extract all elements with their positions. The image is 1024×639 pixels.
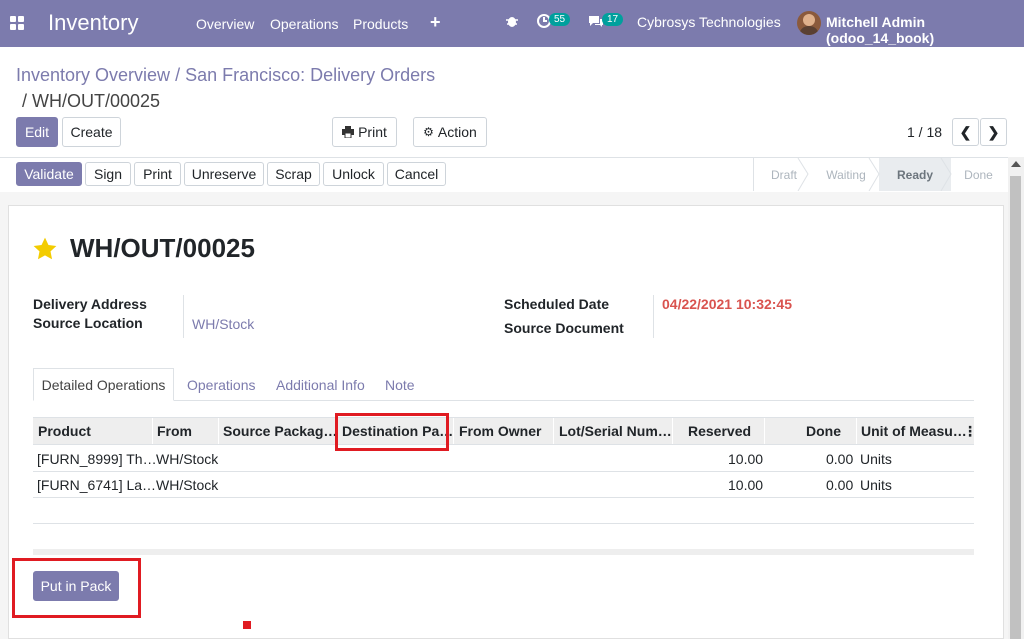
breadcrumb-inventory-overview[interactable]: Inventory Overview [16,65,170,85]
unreserve-button[interactable]: Unreserve [184,162,264,186]
print-label: Print [358,124,387,140]
annotation-highlight-put-in-pack [12,558,141,618]
row-reserved[interactable]: 10.00 [728,451,763,467]
column-header-reserved[interactable]: Reserved [688,423,751,439]
chevron-right-icon: ❯ [987,123,1000,140]
app-brand[interactable]: Inventory [48,10,139,36]
optional-columns-kebab-icon[interactable]: ⋮ [963,423,977,440]
annotation-highlight-destination-package [335,413,449,451]
activity-clock-icon[interactable]: 55 [537,13,572,32]
company-switcher[interactable]: Cybrosys Technologies [637,14,781,30]
print-icon [342,126,355,138]
chevron-left-icon: ❮ [959,123,972,140]
validate-button[interactable]: Validate [16,162,82,186]
column-separator [152,418,153,444]
plus-icon[interactable]: + [430,12,441,33]
stage-arrows [797,158,952,191]
tab-additional-info[interactable]: Additional Info [276,377,365,393]
table-footer [33,549,974,555]
scrollbar-thumb[interactable] [1010,176,1021,639]
action-label: Action [437,124,477,140]
column-separator [672,418,673,444]
column-separator [856,418,857,444]
action-dropdown-button[interactable]: ⚙ Action [413,117,487,147]
top-navbar: Inventory Overview Operations Products +… [0,0,1024,47]
column-header-from[interactable]: From [157,423,192,439]
unlock-button[interactable]: Unlock [323,162,384,186]
row-divider [33,471,974,472]
record-title: WH/OUT/00025 [70,233,255,263]
sign-button[interactable]: Sign [85,162,131,186]
column-header-from-owner[interactable]: From Owner [459,423,541,439]
messages-chat-icon[interactable]: 17 [588,13,625,32]
source-location-value[interactable]: WH/Stock [192,316,254,332]
row-from[interactable]: WH/Stock [156,477,218,493]
scroll-up-icon[interactable] [1011,161,1021,167]
column-header-product[interactable]: Product [38,423,91,439]
row-from[interactable]: WH/Stock [156,451,218,467]
menu-products[interactable]: Products [353,16,408,32]
pager-next-button[interactable]: ❯ [980,118,1007,146]
row-divider [33,497,974,498]
cancel-button[interactable]: Cancel [387,162,446,186]
delivery-address-label: Delivery Address [33,296,147,312]
row-reserved[interactable]: 10.00 [728,477,763,493]
messages-badge: 17 [602,13,624,26]
tabs-border [33,400,974,401]
column-header-uom[interactable]: Unit of Measu… [861,423,967,439]
star-icon[interactable] [32,236,58,262]
source-location-label: Source Location [33,315,143,331]
scheduled-date-value[interactable]: 04/22/2021 10:32:45 [662,296,792,312]
tab-detailed-operations[interactable]: Detailed Operations [33,368,174,401]
column-separator [764,418,765,444]
tab-operations[interactable]: Operations [187,377,255,393]
menu-overview[interactable]: Overview [196,16,254,32]
column-header-source-package[interactable]: Source Packag… [223,423,337,439]
create-button[interactable]: Create [62,117,121,147]
row-product[interactable]: [FURN_6741] La… [37,477,156,493]
column-separator [218,418,219,444]
user-menu[interactable]: Mitchell Admin (odoo_14_book) [826,14,1024,46]
row-uom[interactable]: Units [860,477,892,493]
pager-previous-button[interactable]: ❮ [952,118,979,146]
menu-operations[interactable]: Operations [270,16,338,32]
row-uom[interactable]: Units [860,451,892,467]
pager-value[interactable]: 1 / 18 [907,124,942,140]
gear-icon: ⚙ [423,125,434,139]
column-separator [553,418,554,444]
bug-icon[interactable] [505,14,519,31]
breadcrumb: Inventory Overview / San Francisco: Deli… [16,62,435,114]
column-header-done[interactable]: Done [806,423,841,439]
breadcrumb-delivery-orders[interactable]: San Francisco: Delivery Orders [185,65,435,85]
scrap-button[interactable]: Scrap [267,162,320,186]
breadcrumb-current-record: / WH/OUT/00025 [22,91,161,111]
column-header-lot-serial[interactable]: Lot/Serial Num… [559,423,672,439]
annotation-dot [243,621,251,629]
field-separator [183,295,184,338]
breadcrumb-separator: / [170,65,186,85]
apps-menu-icon[interactable] [10,16,24,30]
field-separator [653,295,654,338]
tab-note[interactable]: Note [385,377,415,393]
row-done[interactable]: 0.00 [826,451,853,467]
row-done[interactable]: 0.00 [826,477,853,493]
scheduled-date-label: Scheduled Date [504,296,610,312]
print-button[interactable]: Print [134,162,181,186]
activity-badge: 55 [549,13,571,26]
edit-button[interactable]: Edit [16,117,58,147]
row-divider [33,523,974,524]
source-document-label: Source Document [504,320,624,336]
row-product[interactable]: [FURN_8999] Th… [37,451,157,467]
user-avatar[interactable] [797,11,821,35]
print-dropdown-button[interactable]: Print [332,117,397,147]
